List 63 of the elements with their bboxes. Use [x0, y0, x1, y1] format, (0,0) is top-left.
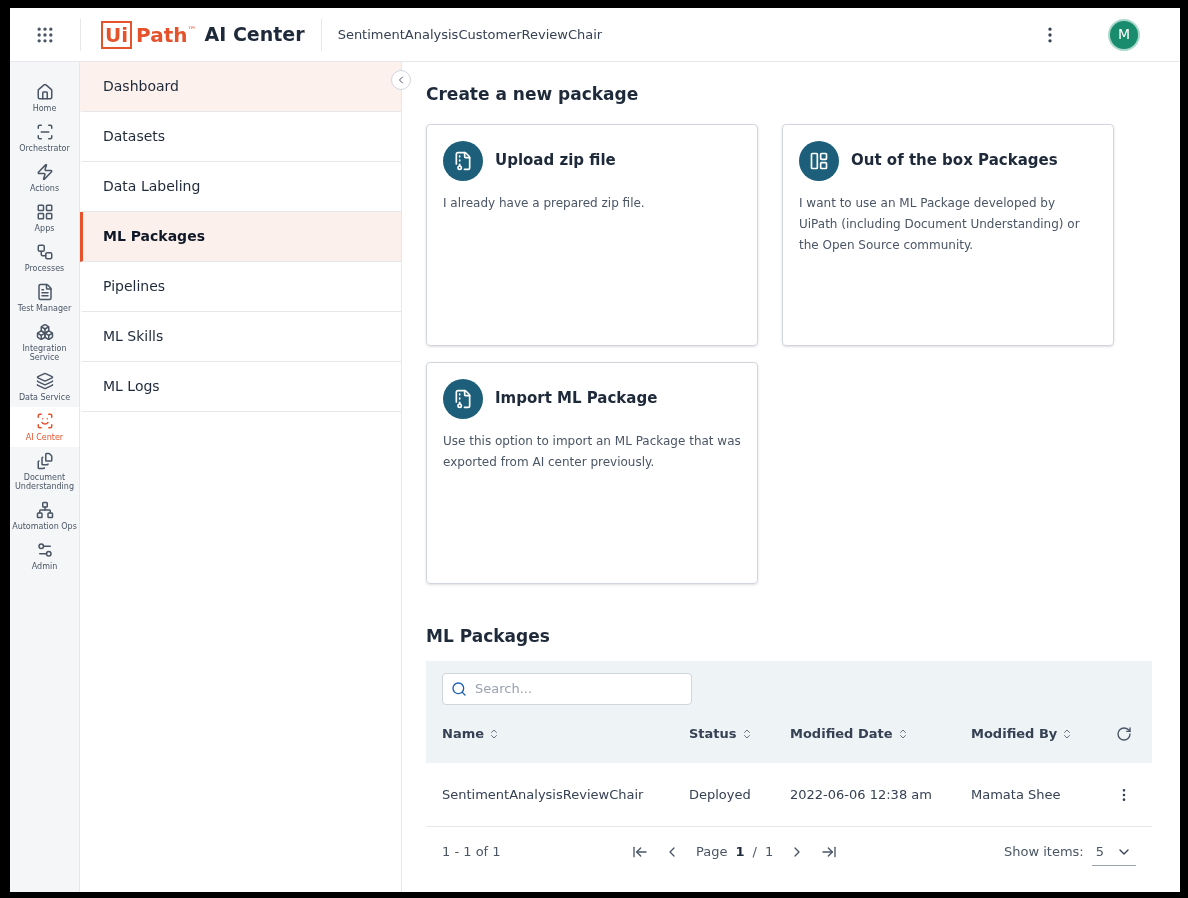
card-title: Import ML Package — [495, 388, 658, 410]
page-separator: / — [752, 843, 757, 862]
card-description: I want to use an ML Package developed by UiPath (including Document Understanding) or the Open Source community. — [799, 194, 1081, 254]
lightning-icon — [35, 163, 54, 181]
rail-item[interactable]: Actions — [10, 158, 79, 198]
package-option-card[interactable]: Upload zip file I already have a prepared zip file. — [426, 123, 758, 346]
column-header[interactable]: Status — [689, 724, 790, 744]
package-option-card[interactable]: Out of the box Packages I want to use an ML Package developed by UiPath (including Document Understanding) or the Open Source community. — [782, 123, 1114, 346]
column-header[interactable]: Name — [442, 724, 689, 744]
rail-item[interactable]: Automation Ops — [10, 496, 79, 536]
nav-item[interactable]: Dashboard — [80, 62, 401, 112]
logo: Ui Path™ — [101, 19, 197, 50]
project-name: SentimentAnalysisCustomerReviewChair — [337, 25, 603, 44]
result-count: 1 - 1 of 1 — [442, 843, 502, 862]
page-number: 1 — [735, 843, 745, 862]
nav-item[interactable]: ML Packages — [80, 212, 401, 262]
rail-item[interactable]: Apps — [10, 198, 79, 238]
search-field[interactable]: Search... — [442, 673, 692, 705]
search-input[interactable]: Search... — [475, 679, 683, 699]
rail-item[interactable]: Test Manager — [10, 278, 79, 318]
table-cell-text: Deployed — [689, 785, 752, 804]
layout-icon — [799, 140, 839, 181]
network-icon — [35, 501, 54, 519]
first-page-icon[interactable] — [632, 844, 648, 860]
table-cell-text: 2022-06-06 12:38 am — [790, 785, 933, 804]
rail-item[interactable]: AI Center — [10, 407, 79, 447]
section-title: Create a new package — [426, 83, 640, 106]
rail-item[interactable]: Document Understanding — [10, 447, 79, 496]
last-page-icon[interactable] — [821, 844, 838, 860]
rail-item[interactable]: Orchestrator — [10, 118, 79, 158]
home-icon — [35, 83, 54, 101]
rail-item[interactable]: Data Service — [10, 367, 79, 407]
table-cell-text: SentimentAnalysisReviewChair — [442, 785, 645, 804]
column-header[interactable]: Modified By — [971, 724, 1111, 744]
product-name: AI Center — [204, 22, 305, 48]
card-description: I already have a prepared zip file. — [443, 194, 646, 212]
show-items-label: Show items: — [1004, 843, 1084, 862]
card-title: Out of the box Packages — [851, 150, 1058, 172]
search-icon — [451, 681, 467, 697]
layers-icon — [35, 372, 54, 390]
card-title: Upload zip file — [495, 150, 616, 172]
stack-icon — [35, 452, 54, 470]
cubes-icon — [35, 323, 54, 341]
page-label: Page — [696, 843, 728, 862]
sort-icon — [488, 728, 500, 740]
archive-icon — [443, 378, 483, 419]
avatar[interactable]: M — [1108, 18, 1140, 51]
section-title: ML Packages — [426, 624, 551, 648]
column-header[interactable]: Modified Date — [790, 724, 971, 744]
rail-item[interactable]: Integration Service — [10, 318, 79, 367]
page-total: 1 — [764, 843, 774, 862]
flow-icon — [35, 243, 54, 261]
rail-item[interactable]: Home — [10, 78, 79, 118]
package-option-card[interactable]: Import ML Package Use this option to import an ML Package that was exported from AI center previously. — [426, 361, 758, 584]
rail-item[interactable]: Admin — [10, 536, 79, 576]
page-size-select[interactable]: 5 — [1091, 837, 1136, 867]
table-cell-text: Mamata Shee — [971, 785, 1062, 804]
archive-icon — [443, 140, 483, 181]
rail-item[interactable]: Processes — [10, 238, 79, 278]
refresh-icon[interactable] — [1116, 726, 1132, 742]
grid-icon — [35, 203, 54, 221]
document-icon — [35, 283, 54, 301]
card-description: Use this option to import an ML Package that was exported from AI center previously. — [443, 432, 741, 471]
